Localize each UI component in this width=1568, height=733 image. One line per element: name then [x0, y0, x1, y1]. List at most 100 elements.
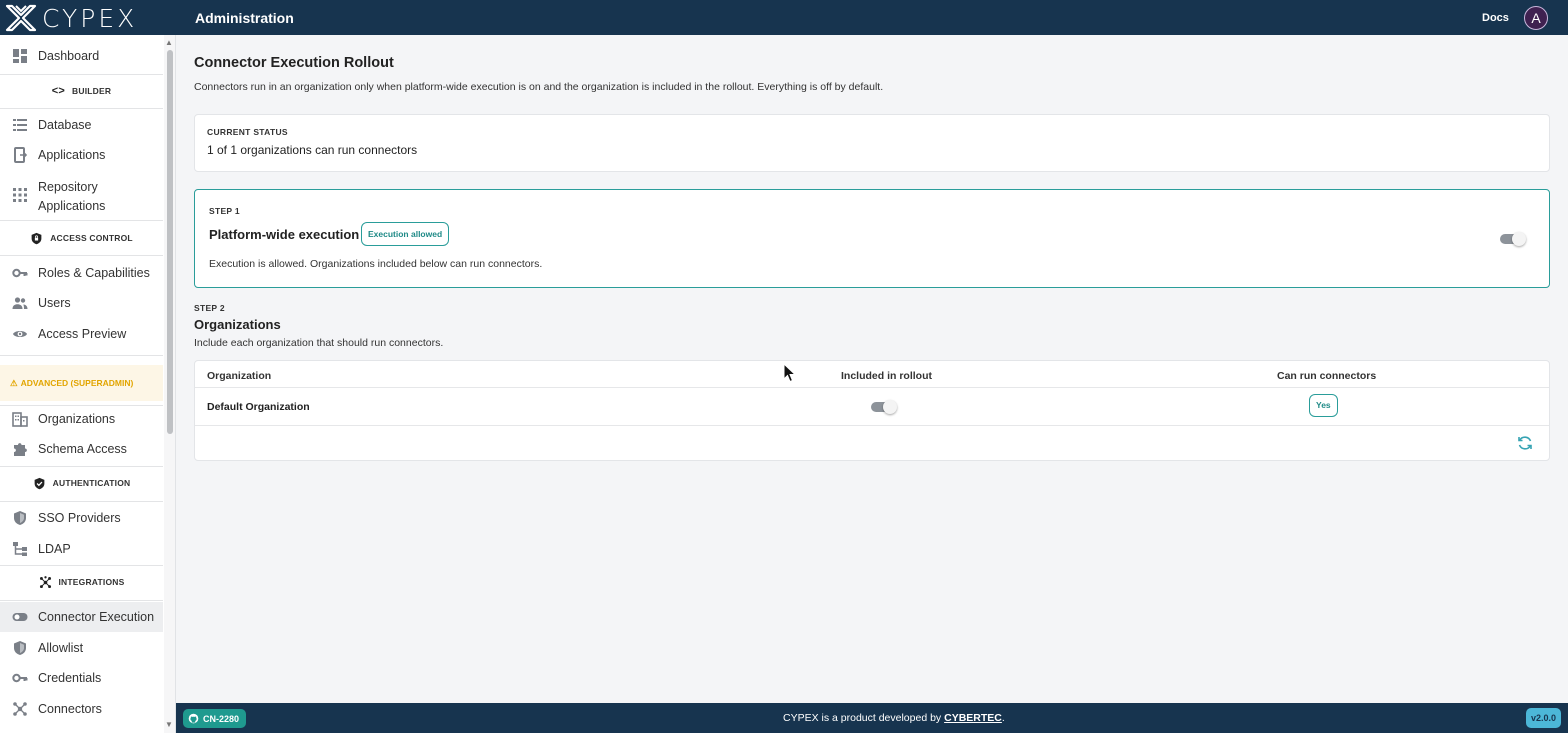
section-label: ADVANCED (SUPERADMIN) [20, 378, 134, 388]
section-advanced-superadmin: ⚠ ADVANCED (SUPERADMIN) [0, 365, 163, 401]
top-bar: CYPEX Administration Docs A [0, 0, 1568, 35]
key-icon [12, 268, 28, 278]
logo-text: CYPEX [42, 3, 138, 33]
sidebar-item-roles[interactable]: Roles & Capabilities [0, 260, 163, 286]
sidebar-item-label: Database [38, 118, 92, 132]
dashboard-icon [13, 49, 27, 63]
section-access-control: ACCESS CONTROL [0, 226, 163, 250]
cybertec-link[interactable]: CYBERTEC [944, 712, 1002, 724]
section-label: AUTHENTICATION [52, 478, 131, 488]
column-header-included: Included in rollout [841, 370, 932, 382]
sidebar-item-label: Allowlist [38, 641, 84, 655]
sidebar-item-schema-access[interactable]: Schema Access [0, 436, 163, 462]
label-line-2: Applications [38, 199, 106, 213]
key-icon [12, 673, 28, 683]
divider [0, 501, 163, 502]
section-label: BUILDER [72, 86, 112, 96]
sidebar-item-label: Users [38, 296, 71, 310]
sidebar: Dashboard <> BUILDER Database Applicatio… [0, 35, 176, 733]
column-header-organization: Organization [207, 370, 272, 382]
mouse-cursor-icon [783, 363, 797, 383]
sidebar-item-label: Organizations [38, 412, 116, 426]
sidebar-item-organizations[interactable]: Organizations [0, 406, 163, 432]
sidebar-item-label: Schema Access [38, 442, 127, 456]
main-content: Connector Execution Rollout Connectors r… [176, 35, 1568, 703]
label-line-1: Repository [38, 180, 98, 194]
sidebar-item-database[interactable]: Database [0, 112, 163, 138]
shield-check-icon [34, 477, 45, 489]
step1-card: STEP 1 Platform-wide execution Execution… [194, 189, 1550, 288]
refresh-icon[interactable] [1517, 435, 1533, 451]
divider [0, 466, 163, 467]
divider [0, 255, 163, 256]
cypex-logo-icon [5, 4, 37, 32]
toggle-icon [12, 613, 28, 621]
footer-credit-prefix: CYPEX is a product developed by [783, 712, 945, 724]
puzzle-icon [14, 443, 27, 456]
page-title: Connector Execution Rollout [194, 55, 394, 71]
toggle-knob [883, 400, 897, 414]
step2-label: STEP 2 [194, 303, 225, 313]
section-integrations: INTEGRATIONS [0, 570, 163, 594]
users-icon [12, 297, 28, 309]
step1-description: Execution is allowed. Organizations incl… [209, 258, 543, 270]
sidebar-item-sso-providers[interactable]: SSO Providers [0, 505, 163, 531]
sidebar-item-label: Credentials [38, 671, 102, 685]
footer-credit: CYPEX is a product developed by CYBERTEC… [783, 712, 1005, 724]
sidebar-item-label: Dashboard [38, 49, 100, 63]
sidebar-item-connector-execution[interactable]: Connector Execution [0, 602, 163, 632]
sidebar-item-label: Connector Execution [38, 610, 155, 624]
code-icon: <> [51, 84, 66, 97]
github-icon [188, 713, 199, 724]
branch-badge[interactable]: CN-2280 [183, 709, 247, 728]
toggle-knob [1512, 232, 1526, 246]
sidebar-item-label: Connectors [38, 702, 102, 716]
step1-title: Platform-wide execution [209, 227, 360, 242]
included-in-rollout-toggle[interactable] [871, 400, 901, 414]
sidebar-item-allowlist[interactable]: Allowlist [0, 635, 163, 661]
sidebar-item-dashboard[interactable]: Dashboard [0, 43, 163, 69]
status-value: 1 of 1 organizations can run connectors [207, 143, 418, 157]
scroll-down-arrow-icon[interactable]: ▼ [165, 720, 173, 729]
platform-execution-toggle[interactable] [1500, 232, 1530, 246]
sidebar-item-ldap[interactable]: LDAP [0, 536, 163, 562]
divider [0, 220, 163, 221]
divider [0, 600, 163, 601]
divider [0, 565, 163, 566]
hub-icon [13, 702, 27, 716]
hub-icon [39, 575, 51, 588]
shield-lock-icon [31, 232, 42, 244]
sidebar-item-users[interactable]: Users [0, 290, 163, 316]
sidebar-item-label: Roles & Capabilities [38, 266, 150, 280]
current-status-card: CURRENT STATUS 1 of 1 organizations can … [194, 114, 1550, 172]
shield-icon [14, 511, 26, 525]
database-list-icon [13, 119, 27, 131]
shield-icon [14, 641, 26, 655]
scroll-up-arrow-icon[interactable]: ▲ [165, 38, 173, 47]
sidebar-scroll-thumb[interactable] [167, 50, 173, 434]
applications-icon [14, 147, 28, 163]
can-run-badge: Yes [1309, 394, 1338, 417]
sidebar-item-access-preview[interactable]: Access Preview [0, 321, 163, 347]
sidebar-item-label: LDAP [38, 542, 71, 556]
divider [0, 74, 163, 75]
row-divider [195, 425, 1549, 426]
sidebar-item-repository-applications[interactable]: Repository Applications [0, 175, 163, 215]
page-description: Connectors run in an organization only w… [194, 81, 884, 93]
docs-link[interactable]: Docs [1482, 12, 1509, 24]
cypex-logo[interactable]: CYPEX [4, 3, 164, 33]
app-title: Administration [195, 10, 294, 26]
execution-status-badge: Execution allowed [361, 222, 450, 246]
sidebar-item-label: Repository Applications [38, 178, 105, 216]
section-authentication: AUTHENTICATION [0, 471, 163, 495]
sidebar-item-connectors[interactable]: Connectors [0, 696, 163, 722]
building-icon [12, 412, 28, 427]
user-avatar[interactable]: A [1524, 6, 1548, 30]
sidebar-item-label: SSO Providers [38, 511, 121, 525]
sidebar-item-applications[interactable]: Applications [0, 142, 163, 168]
section-label: INTEGRATIONS [58, 577, 125, 587]
column-header-can-run: Can run connectors [1277, 370, 1377, 382]
step2-description: Include each organization that should ru… [194, 337, 444, 349]
organization-name: Default Organization [207, 401, 310, 413]
sidebar-item-credentials[interactable]: Credentials [0, 665, 163, 691]
